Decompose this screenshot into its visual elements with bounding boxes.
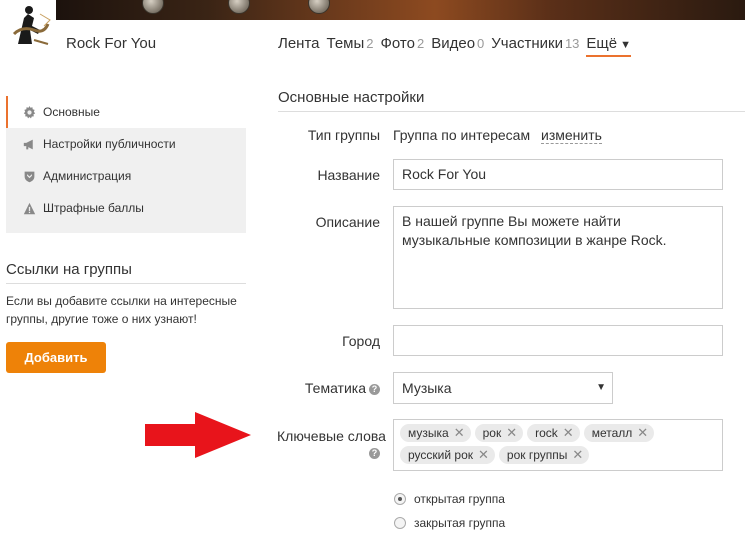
- city-field[interactable]: [393, 325, 723, 356]
- keyword-tag-label: рок группы: [506, 448, 568, 462]
- sidebar-item-penalty[interactable]: Штрафные баллы: [6, 192, 246, 224]
- sidebar-item-administration[interactable]: Администрация: [6, 160, 246, 192]
- radio-closed-label: закрытая группа: [414, 516, 506, 530]
- gear-icon: [22, 105, 36, 119]
- keyword-tag-label: рок: [482, 426, 502, 440]
- remove-tag-icon[interactable]: ✕: [572, 446, 583, 464]
- help-icon[interactable]: ?: [369, 448, 380, 459]
- theme-selected-value: Музыка: [402, 380, 452, 396]
- group-avatar[interactable]: [4, 0, 56, 52]
- radio-open-label: открытая группа: [414, 492, 505, 506]
- help-icon[interactable]: ?: [369, 384, 380, 395]
- dropdown-arrow-icon: ▼: [596, 382, 606, 393]
- nav-feed[interactable]: Лента: [278, 35, 320, 57]
- sidebar-item-label: Настройки публичности: [43, 137, 176, 151]
- remove-tag-icon[interactable]: ✕: [454, 424, 465, 442]
- description-label: Описание: [315, 214, 380, 230]
- keyword-tag-label: rock: [535, 426, 558, 440]
- radio-open-group[interactable]: открытая группа: [394, 492, 505, 506]
- theme-label: Тематика: [304, 380, 366, 396]
- nav-video-count: 0: [477, 36, 485, 51]
- keywords-label-row: Ключевые слова?: [277, 428, 386, 460]
- remove-tag-icon[interactable]: ✕: [478, 446, 489, 464]
- keyword-tag-label: русский рок: [408, 448, 473, 462]
- city-label: Город: [342, 333, 380, 349]
- keywords-input[interactable]: музыка ✕ рок ✕ rock ✕ металл ✕ русский рок ✕ …: [393, 419, 723, 471]
- keyword-tag-label: металл: [591, 426, 633, 440]
- shield-icon: [22, 169, 36, 183]
- nav-more-label: Ещё: [586, 35, 618, 52]
- warning-icon: [22, 201, 36, 215]
- sidebar-item-label: Основные: [43, 105, 100, 119]
- nav-photos[interactable]: Фото 2: [381, 35, 425, 57]
- group-top-nav: Лента Темы 2 Фото 2 Видео 0 Участники 13 Ещё…: [278, 35, 638, 57]
- caret-down-icon: ▼: [620, 39, 632, 51]
- group-links-title: Ссылки на группы: [6, 261, 246, 284]
- group-type-value: Группа по интересам: [393, 127, 531, 143]
- keyword-tag: металл ✕: [583, 424, 655, 442]
- keyword-tag: русский рок ✕: [400, 446, 495, 464]
- keywords-label: Ключевые слова: [277, 428, 386, 444]
- sidebar-item-label: Штрафные баллы: [43, 201, 144, 215]
- keyword-tag: рок ✕: [474, 424, 524, 442]
- settings-sidebar-menu: Основные Настройки публичности Администр…: [6, 96, 246, 233]
- keyword-tag: музыка ✕: [400, 424, 471, 442]
- nav-photos-label: Фото: [380, 35, 415, 52]
- nav-topics-label: Темы: [326, 35, 365, 52]
- remove-tag-icon[interactable]: ✕: [563, 424, 574, 442]
- nav-video[interactable]: Видео 0: [431, 35, 484, 57]
- guitarist-logo-icon: [4, 0, 56, 52]
- group-type-label: Тип группы: [307, 127, 380, 143]
- red-arrow-annotation: [145, 412, 251, 458]
- nav-topics-count: 2: [366, 36, 374, 51]
- nav-photos-count: 2: [416, 36, 425, 51]
- guitar-knob-decoration: [142, 0, 164, 14]
- change-type-link[interactable]: изменить: [541, 127, 602, 144]
- nav-video-label: Видео: [431, 35, 476, 52]
- sidebar-item-publicity[interactable]: Настройки публичности: [6, 128, 246, 160]
- keyword-tag: рок группы ✕: [498, 446, 590, 464]
- nav-members-count: 13: [564, 36, 580, 51]
- radio-button[interactable]: [394, 517, 406, 529]
- sidebar-item-label: Администрация: [43, 169, 132, 183]
- theme-select[interactable]: Музыка ▼: [393, 372, 613, 404]
- group-name[interactable]: Rock For You: [66, 35, 156, 52]
- radio-button-checked[interactable]: [394, 493, 406, 505]
- keyword-tag-label: музыка: [408, 426, 449, 440]
- guitar-knob-decoration: [228, 0, 250, 14]
- theme-label-row: Тематика?: [278, 380, 380, 396]
- radio-closed-group[interactable]: закрытая группа: [394, 516, 505, 530]
- guitar-knob-decoration: [308, 0, 330, 14]
- nav-members[interactable]: Участники 13: [491, 35, 579, 57]
- sidebar-item-main[interactable]: Основные: [6, 96, 246, 128]
- nav-topics[interactable]: Темы 2: [327, 35, 374, 57]
- name-field[interactable]: Rock For You: [393, 159, 723, 190]
- group-links-description: Если вы добавите ссылки на интересные гр…: [6, 294, 237, 326]
- page-title: Основные настройки: [278, 89, 745, 112]
- description-field[interactable]: В нашей группе Вы можете найти музыкальн…: [393, 206, 723, 309]
- group-cover-banner: [56, 0, 745, 20]
- name-label: Название: [317, 167, 380, 183]
- remove-tag-icon[interactable]: ✕: [637, 424, 648, 442]
- add-link-button[interactable]: Добавить: [6, 342, 106, 373]
- megaphone-icon: [22, 137, 36, 151]
- remove-tag-icon[interactable]: ✕: [506, 424, 517, 442]
- nav-members-label: Участники: [491, 35, 563, 52]
- keyword-tag: rock ✕: [527, 424, 580, 442]
- nav-feed-label: Лента: [278, 35, 320, 52]
- nav-more-button[interactable]: Ещё ▼: [586, 35, 632, 57]
